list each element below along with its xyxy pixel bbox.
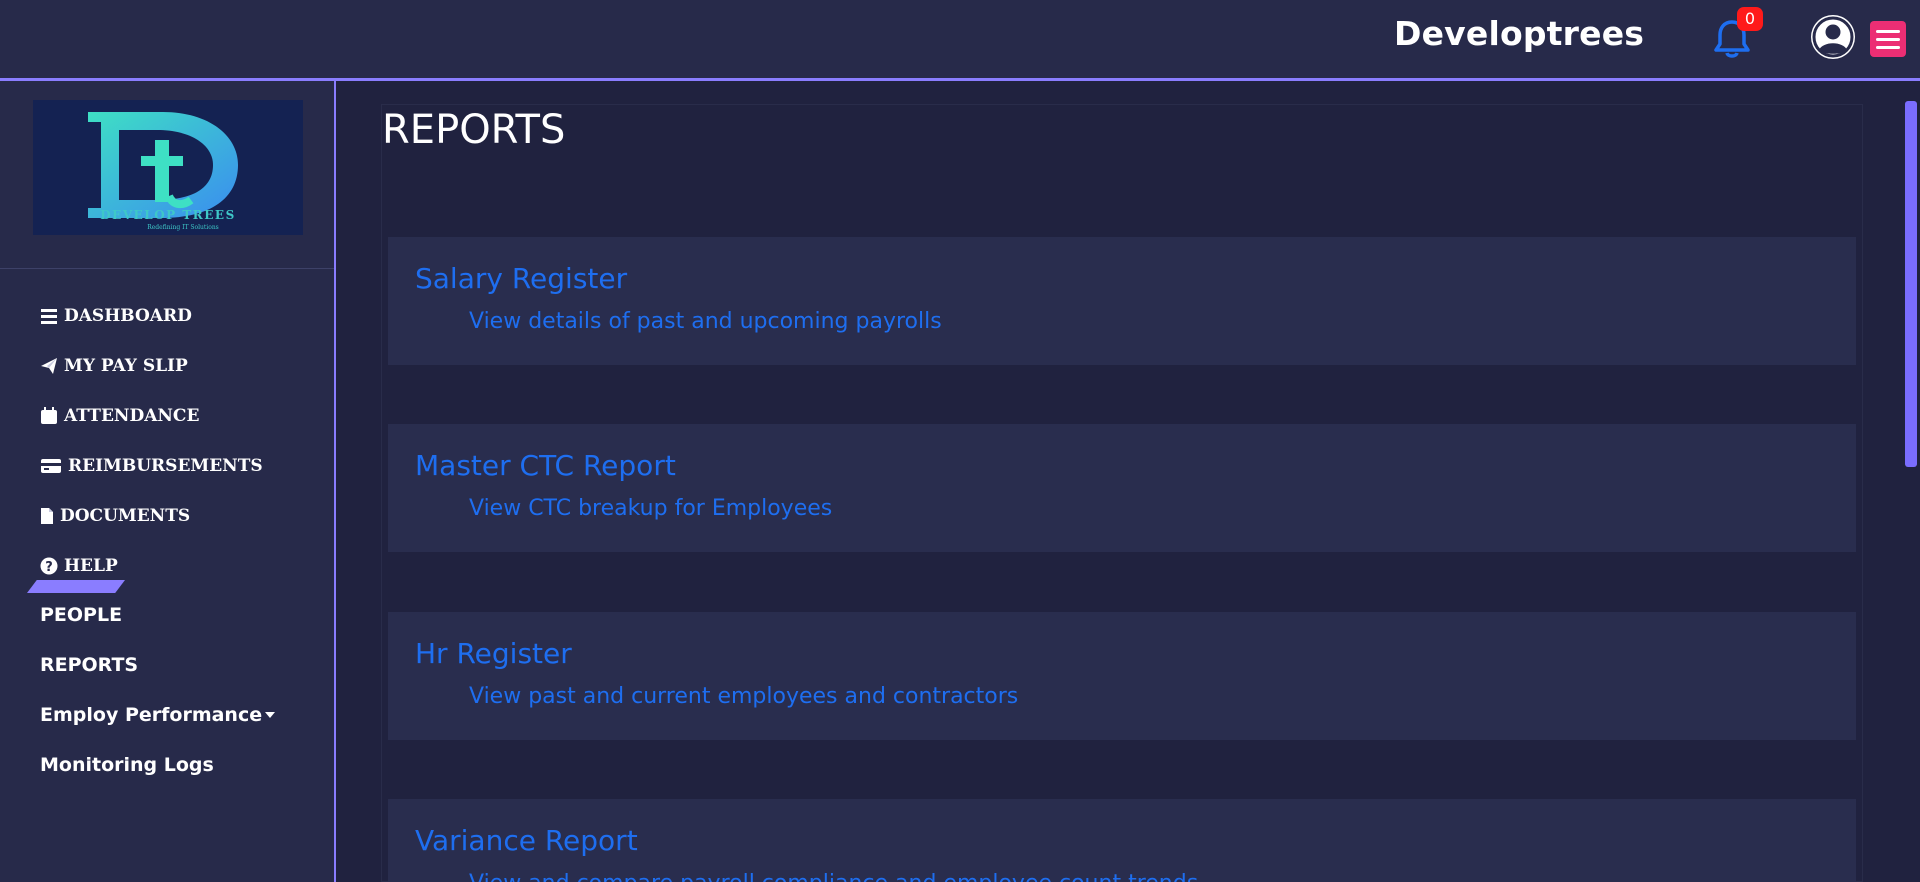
report-card-variance[interactable]: Variance Report View and compare payroll…	[388, 799, 1856, 882]
report-card-master-ctc[interactable]: Master CTC Report View CTC breakup for E…	[388, 424, 1856, 552]
report-description: View past and current employees and cont…	[469, 684, 1019, 709]
hamburger-line	[1876, 45, 1900, 49]
sidebar-item-label: PEOPLE	[40, 604, 123, 626]
hamburger-line	[1876, 37, 1900, 41]
report-card-hr-register[interactable]: Hr Register View past and current employ…	[388, 612, 1856, 740]
brand-title: Developtrees	[1394, 14, 1645, 53]
report-title-link[interactable]: Master CTC Report	[415, 449, 676, 482]
report-title-link[interactable]: Variance Report	[415, 824, 638, 857]
report-card-salary-register[interactable]: Salary Register View details of past and…	[388, 237, 1856, 365]
sidebar-item-label: Monitoring Logs	[40, 754, 214, 776]
sidebar-item-employ-performance[interactable]: Employ Performance	[40, 700, 276, 730]
report-title-link[interactable]: Salary Register	[415, 262, 627, 295]
sidebar-item-label: REIMBURSEMENTS	[68, 456, 263, 476]
credit-card-icon	[41, 459, 61, 473]
sidebar-item-dashboard[interactable]: DASHBOARD	[40, 301, 192, 331]
calendar-icon	[41, 407, 57, 424]
sidebar-item-attendance[interactable]: ATTENDANCE	[40, 401, 199, 431]
company-logo[interactable]: DEVELOP TREES Redefining IT Solutions	[33, 100, 303, 235]
notification-count-badge: 0	[1737, 7, 1763, 31]
sidebar-item-label: REPORTS	[40, 654, 139, 676]
sidebar-item-people[interactable]: PEOPLE	[40, 600, 122, 630]
report-title-link[interactable]: Hr Register	[415, 637, 572, 670]
user-avatar-icon[interactable]	[1810, 14, 1856, 60]
logo-tagline-text: Redefining IT Solutions	[147, 224, 219, 231]
sidebar-item-help[interactable]: ? HELP	[40, 551, 118, 581]
sidebar-item-monitoring-logs[interactable]: Monitoring Logs	[40, 750, 214, 780]
top-bar: Developtrees 0	[0, 0, 1920, 81]
page-title: REPORTS	[382, 107, 566, 153]
logo-name-text: DEVELOP TREES	[100, 208, 235, 222]
sidebar-divider	[0, 268, 334, 269]
sidebar-item-label: ATTENDANCE	[64, 406, 200, 426]
active-item-indicator	[27, 580, 125, 593]
sidebar-item-my-pay-slip[interactable]: MY PAY SLIP	[40, 351, 188, 381]
report-description: View and compare payroll compliance and …	[469, 871, 1198, 882]
bars-icon	[41, 309, 57, 324]
report-description: View CTC breakup for Employees	[469, 496, 833, 521]
hamburger-line	[1876, 29, 1900, 33]
sidebar-item-reimbursements[interactable]: REIMBURSEMENTS	[40, 451, 263, 481]
paper-plane-icon	[41, 358, 57, 374]
svg-text:?: ?	[45, 560, 53, 575]
caret-down-icon	[265, 712, 276, 718]
sidebar-item-label: DOCUMENTS	[60, 506, 191, 526]
sidebar-item-label: MY PAY SLIP	[64, 356, 188, 376]
report-description: View details of past and upcoming payrol…	[469, 309, 942, 334]
hamburger-menu-button[interactable]	[1870, 21, 1906, 57]
file-icon	[41, 508, 53, 524]
sidebar-item-label: Employ Performance	[40, 704, 263, 726]
sidebar-item-label: DASHBOARD	[64, 306, 192, 326]
sidebar-item-documents[interactable]: DOCUMENTS	[40, 501, 190, 531]
question-circle-icon: ?	[40, 557, 58, 575]
sidebar-item-label: HELP	[64, 556, 118, 576]
sidebar-item-reports[interactable]: REPORTS	[40, 650, 138, 680]
scrollbar-thumb[interactable]	[1905, 101, 1917, 467]
